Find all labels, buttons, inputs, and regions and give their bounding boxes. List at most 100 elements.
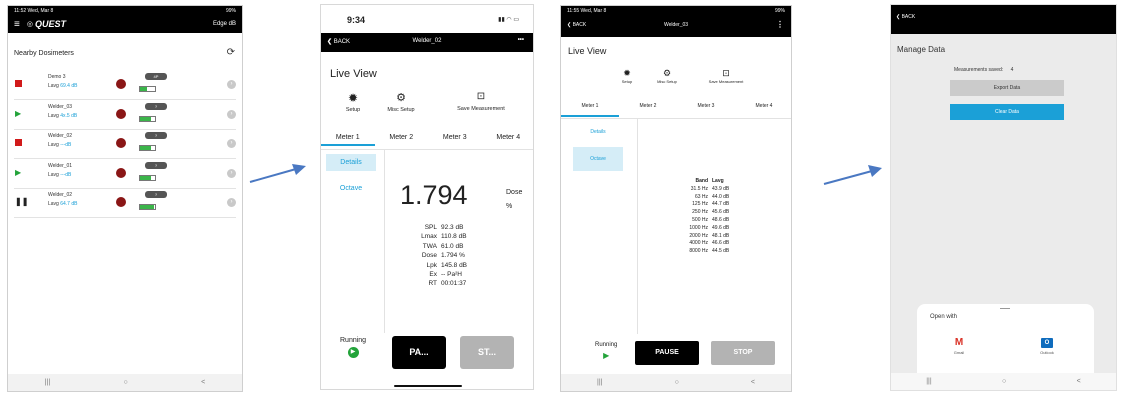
octave-row: 125 Hz 44.7 dB [669, 201, 729, 209]
chevron-right-icon[interactable]: › [227, 139, 236, 148]
app-bar: ≡ ◎ QUEST Edge dB [8, 15, 242, 33]
setup-button[interactable]: ✹ Setup [338, 91, 368, 113]
export-data-button[interactable]: Export Data [950, 80, 1064, 96]
stop-button[interactable]: STOP [711, 341, 775, 365]
dosimeter-row[interactable]: Demo 3 Lavg 69.4 dB 4P › [14, 70, 236, 100]
dose-percent-unit: % [506, 203, 513, 210]
save-measurement-button[interactable]: ⊡ Save Measurement [445, 91, 517, 112]
octave-tab[interactable]: Octave [326, 181, 376, 197]
stat-row: Lmax 110.8 dB [409, 232, 467, 241]
chevron-right-icon[interactable]: › [227, 198, 236, 207]
octave-row: 1000 Hz 49.6 dB [669, 225, 729, 233]
home-icon[interactable]: ○ [124, 379, 128, 386]
page-title: Live View [330, 68, 377, 80]
band-col-header: Band [695, 178, 709, 184]
tab-meter-1[interactable]: Meter 1 [321, 134, 375, 146]
lavg-value: 4x.5 dB [60, 112, 78, 119]
stat-value: 00:01:37 [441, 280, 467, 288]
status-bar: 11:52 Wed, Mar 8 99% [8, 6, 242, 15]
battery-icon [139, 115, 156, 122]
tab-meter-3[interactable]: Meter 3 [428, 134, 482, 141]
band-value: 250 Hz [692, 209, 708, 216]
stat-label: Ex [429, 271, 437, 279]
record-dot-icon [116, 138, 126, 148]
gear-icon: ✹ [347, 91, 359, 105]
back-button[interactable]: ❮ BACK [896, 14, 915, 20]
dosimeter-row[interactable]: ▶ Welder_03 Lavg 4x.5 dB? › [14, 100, 236, 130]
record-dot-icon [116, 197, 126, 207]
battery-icon [139, 145, 156, 151]
lavg-value: 49.6 dB [712, 224, 730, 231]
stop-button[interactable]: ST... [460, 336, 514, 369]
recents-icon[interactable]: ||| [926, 378, 931, 385]
running-indicator: Running ▶ [340, 337, 366, 358]
lavg-value: 48.1 dB [712, 232, 730, 239]
stat-row: Dose 1.794 % [409, 251, 467, 260]
tab-meter-2[interactable]: Meter 2 [619, 103, 677, 109]
edge-db-label[interactable]: Edge dB [213, 21, 236, 27]
stat-label: Lmax [421, 233, 437, 241]
android-nav-bar: ||| ○ < [561, 374, 791, 391]
recents-icon[interactable]: ||| [45, 379, 50, 386]
dosimeter-row[interactable]: ▶ Welder_01 Lavg ---dB? › [14, 159, 236, 189]
page-title: Live View [568, 46, 607, 56]
pause-button[interactable]: PAUSE [635, 341, 699, 365]
pause-button[interactable]: PA... [392, 336, 446, 369]
lavg-value: 64.7 dB [60, 201, 78, 207]
menu-icon[interactable]: ≡ [14, 19, 20, 30]
setup-button[interactable]: ✹ Setup [617, 68, 637, 84]
chevron-right-icon[interactable]: › [227, 168, 236, 178]
tab-meter-4[interactable]: Meter 4 [482, 134, 534, 141]
chevron-right-icon[interactable]: › [227, 80, 236, 89]
octave-row: 4000 Hz 46.6 dB [669, 240, 729, 248]
home-icon[interactable]: ○ [675, 379, 679, 386]
stopped-icon [15, 80, 22, 87]
details-tab[interactable]: Details [573, 125, 623, 139]
lavg-value: 45.6 dB [712, 209, 730, 216]
octave-label: Octave [339, 185, 363, 192]
recents-icon[interactable]: ||| [597, 379, 602, 386]
battery-level [140, 87, 147, 91]
chevron-left-icon: ❮ [896, 14, 901, 20]
tab-meter-4[interactable]: Meter 4 [735, 103, 791, 109]
dosimeter-row[interactable]: ❚❚ Welder_02 Lavg 64.7 dB? › [14, 188, 236, 218]
back-nav-icon[interactable]: < [201, 379, 205, 386]
stat-row: RT 00:01:37 [409, 279, 467, 288]
save-measurement-button[interactable]: ⊡ Save Measurement [699, 68, 753, 84]
gmail-option[interactable]: M Gmail [947, 337, 971, 355]
octave-row: 2000 Hz 48.1 dB [669, 233, 729, 241]
stats-list: SPL 92.3 dB Lmax 110.8 dB TWA 61.0 dB Dose 1.79… [409, 223, 467, 289]
back-nav-icon[interactable]: < [1077, 378, 1081, 385]
more-icon[interactable]: ••• [518, 37, 524, 43]
screen-nearby-dosimeters: 11:52 Wed, Mar 8 99% ≡ ◎ QUEST Edge dB N… [7, 5, 243, 392]
octave-label: Octave [590, 156, 606, 162]
chevron-right-icon[interactable]: › [227, 109, 236, 119]
clear-data-button[interactable]: Clear Data [950, 104, 1064, 120]
record-dot-icon [116, 167, 126, 178]
refresh-icon[interactable]: ⟳ [227, 47, 235, 58]
section-title: Nearby Dosimeters [14, 50, 74, 57]
tab-meter-2[interactable]: Meter 2 [375, 134, 429, 141]
dosimeter-lavg: Lavg ---dB [48, 172, 71, 178]
misc-setup-button[interactable]: ⚙ Misc Setup [651, 68, 683, 84]
back-nav-icon[interactable]: < [751, 379, 755, 386]
octave-tab[interactable]: Octave [573, 147, 623, 171]
home-icon[interactable]: ○ [1002, 378, 1006, 385]
paused-icon: ❚❚ [15, 197, 29, 206]
outlook-icon: O [1041, 338, 1053, 348]
band-value: 125 Hz [692, 201, 708, 208]
octave-row: 500 Hz 48.6 dB [669, 217, 729, 225]
more-icon[interactable]: ⋮ [776, 20, 784, 29]
dosimeter-lavg: Lavg 64.7 dB [48, 201, 77, 207]
band-value: 63 Hz [694, 193, 708, 200]
save-measurement-label: Save Measurement [457, 106, 505, 112]
tab-meter-3[interactable]: Meter 3 [677, 103, 735, 109]
ios-status-icons: ▮▮ ◠ ▭ [498, 17, 519, 23]
details-tab[interactable]: Details [326, 154, 376, 171]
outlook-option[interactable]: O Outlook [1035, 337, 1059, 355]
misc-setup-button[interactable]: ⚙ Misc Setup [383, 91, 419, 113]
ios-time: 9:34 [347, 15, 366, 25]
dosimeter-row[interactable]: Welder_02 Lavg ---dB? › [14, 129, 236, 159]
details-label: Details [590, 129, 606, 135]
tab-meter-1[interactable]: Meter 1 [561, 103, 619, 117]
